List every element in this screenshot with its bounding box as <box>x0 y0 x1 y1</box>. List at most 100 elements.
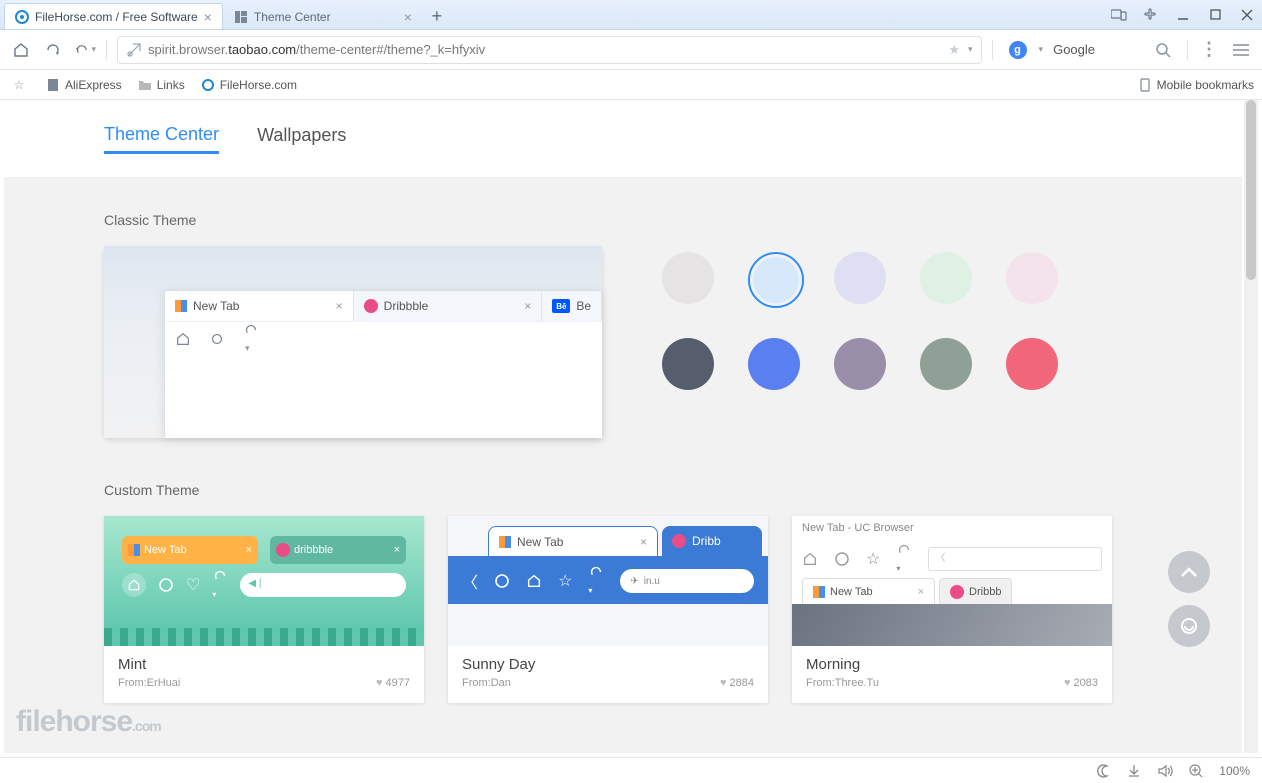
reload-icon <box>158 577 174 593</box>
browser-tab-label: FileHorse.com / Free Software <box>35 10 198 24</box>
theme-author: From:Three.Tu <box>806 677 879 689</box>
bookmark-star-icon[interactable]: ★ <box>948 42 960 58</box>
reload-icon <box>209 331 225 347</box>
address-bar[interactable]: spirit.browser.taobao.com/theme-center#/… <box>117 36 982 64</box>
sunny-tab-newtab: New Tab× <box>488 526 658 556</box>
dribbble-icon <box>950 585 964 599</box>
home-icon <box>175 331 191 347</box>
swatch-5[interactable] <box>1006 252 1058 304</box>
mobile-bookmarks[interactable]: Mobile bookmarks <box>1138 78 1254 92</box>
mint-tab-newtab: New Tab× <box>122 536 258 564</box>
theme-card-sunny[interactable]: New Tab× Dribb 〈 ☆ ▾ ✈in.u Sunny Day Fro… <box>448 516 768 703</box>
browser-titlebar: FileHorse.com / Free Software × Theme Ce… <box>0 0 1262 30</box>
extension-icon[interactable] <box>1142 6 1160 24</box>
vertical-scrollbar[interactable] <box>1244 100 1258 753</box>
minimize-button[interactable] <box>1174 6 1192 24</box>
swatch-1[interactable] <box>662 252 714 304</box>
chevron-down-icon[interactable]: ▾ <box>1039 44 1044 55</box>
chevron-down-icon[interactable]: ▾ <box>968 44 973 55</box>
home-icon <box>526 573 542 589</box>
theme-likes: 4977 <box>386 677 410 689</box>
theme-author: From:Dan <box>462 677 511 689</box>
home-icon <box>802 551 818 567</box>
tab-wallpapers[interactable]: Wallpapers <box>257 125 346 152</box>
dribbble-icon <box>672 534 686 548</box>
zoom-icon[interactable] <box>1189 764 1203 778</box>
mobile-icon <box>1138 78 1152 92</box>
behance-icon: Bē <box>552 299 570 313</box>
maximize-button[interactable] <box>1206 6 1224 24</box>
bookmark-star-icon[interactable]: ☆ <box>8 74 30 96</box>
morning-tab-dribbble: Dribbb <box>939 578 1012 604</box>
close-button[interactable] <box>1238 6 1256 24</box>
download-icon[interactable] <box>1127 764 1141 778</box>
swatch-8[interactable] <box>834 338 886 390</box>
theme-card-mint[interactable]: New Tab× dribbble× ♡ ▾ ◀ | Mint From:ErH… <box>104 516 424 703</box>
swatch-4[interactable] <box>920 252 972 304</box>
browser-tabstrip: FileHorse.com / Free Software × Theme Ce… <box>0 0 1110 29</box>
swatch-6[interactable] <box>662 338 714 390</box>
swatch-7[interactable] <box>748 338 800 390</box>
browser-tab-themecenter[interactable]: Theme Center × <box>223 3 423 29</box>
back-icon: ▾ <box>212 568 228 602</box>
theme-name: Sunny Day <box>462 656 754 673</box>
preview-tab-behance: BēBe <box>542 291 602 321</box>
mute-icon[interactable] <box>1157 764 1173 778</box>
bookmark-bar: ☆ AliExpress Links FileHorse.com Mobile … <box>0 70 1262 100</box>
preview-tab-newtab: New Tab× <box>165 291 354 321</box>
page-viewport: Theme Center Wallpapers Classic Theme Ne… <box>4 100 1242 753</box>
swatch-9[interactable] <box>920 338 972 390</box>
night-mode-icon[interactable] <box>1097 764 1111 778</box>
heart-icon: ♥ <box>720 677 727 689</box>
star-icon: ☆ <box>558 571 572 591</box>
bookmark-filehorse[interactable]: FileHorse.com <box>201 78 297 92</box>
support-button[interactable] <box>1168 605 1210 647</box>
watermark: filehorse.com <box>16 705 161 739</box>
reload-button[interactable] <box>42 39 64 61</box>
browser-tab-filehorse[interactable]: FileHorse.com / Free Software × <box>4 3 223 29</box>
rocket-icon: ✈ <box>630 576 638 587</box>
theme-name: Morning <box>806 656 1098 673</box>
swatch-3[interactable] <box>834 252 886 304</box>
page-icon <box>46 78 60 92</box>
color-swatches <box>662 246 1062 438</box>
swatch-2[interactable] <box>748 252 804 308</box>
bookmark-aliexpress[interactable]: AliExpress <box>46 78 122 92</box>
theme-likes: 2884 <box>730 677 754 689</box>
reload-icon <box>834 551 850 567</box>
home-icon <box>122 573 146 597</box>
scroll-top-button[interactable] <box>1168 551 1210 593</box>
star-icon: ☆ <box>866 549 880 569</box>
morning-window-title: New Tab - UC Browser <box>802 522 914 534</box>
newtab-icon <box>813 586 825 598</box>
heart-icon: ♥ <box>1064 677 1071 689</box>
mint-tab-dribbble: dribbble× <box>270 536 406 564</box>
dribbble-icon <box>276 543 290 557</box>
zoom-level: 100% <box>1219 764 1250 778</box>
newtab-icon <box>128 544 140 556</box>
heart-icon: ♡ <box>186 575 200 595</box>
home-button[interactable] <box>10 39 32 61</box>
new-tab-button[interactable]: + <box>423 3 451 29</box>
search-icon[interactable] <box>1155 42 1171 58</box>
close-icon[interactable]: × <box>398 9 412 25</box>
theme-card-morning[interactable]: New Tab - UC Browser ☆ ▾ 〈 New Tab× Drib… <box>792 516 1112 703</box>
search-segment[interactable]: g ▾ Google <box>1003 41 1177 59</box>
theme-name: Mint <box>118 656 410 673</box>
menu-button[interactable] <box>1230 39 1252 61</box>
back-button[interactable]: ▾ <box>74 39 96 61</box>
more-button[interactable]: ⋮ <box>1198 39 1220 61</box>
scrollbar-thumb[interactable] <box>1246 100 1256 280</box>
site-icon <box>126 42 142 58</box>
swatch-10[interactable] <box>1006 338 1058 390</box>
google-icon: g <box>1009 41 1027 59</box>
status-bar: 100% <box>0 757 1262 783</box>
theme-icon <box>234 10 248 24</box>
tab-theme-center[interactable]: Theme Center <box>104 124 219 154</box>
filehorse-icon <box>201 78 215 92</box>
devices-icon[interactable] <box>1110 6 1128 24</box>
bookmark-links[interactable]: Links <box>138 78 185 92</box>
heart-icon: ♥ <box>376 677 383 689</box>
close-icon[interactable]: × <box>198 9 212 25</box>
classic-preview[interactable]: New Tab× Dribbble× BēBe ▾ <box>104 246 602 438</box>
